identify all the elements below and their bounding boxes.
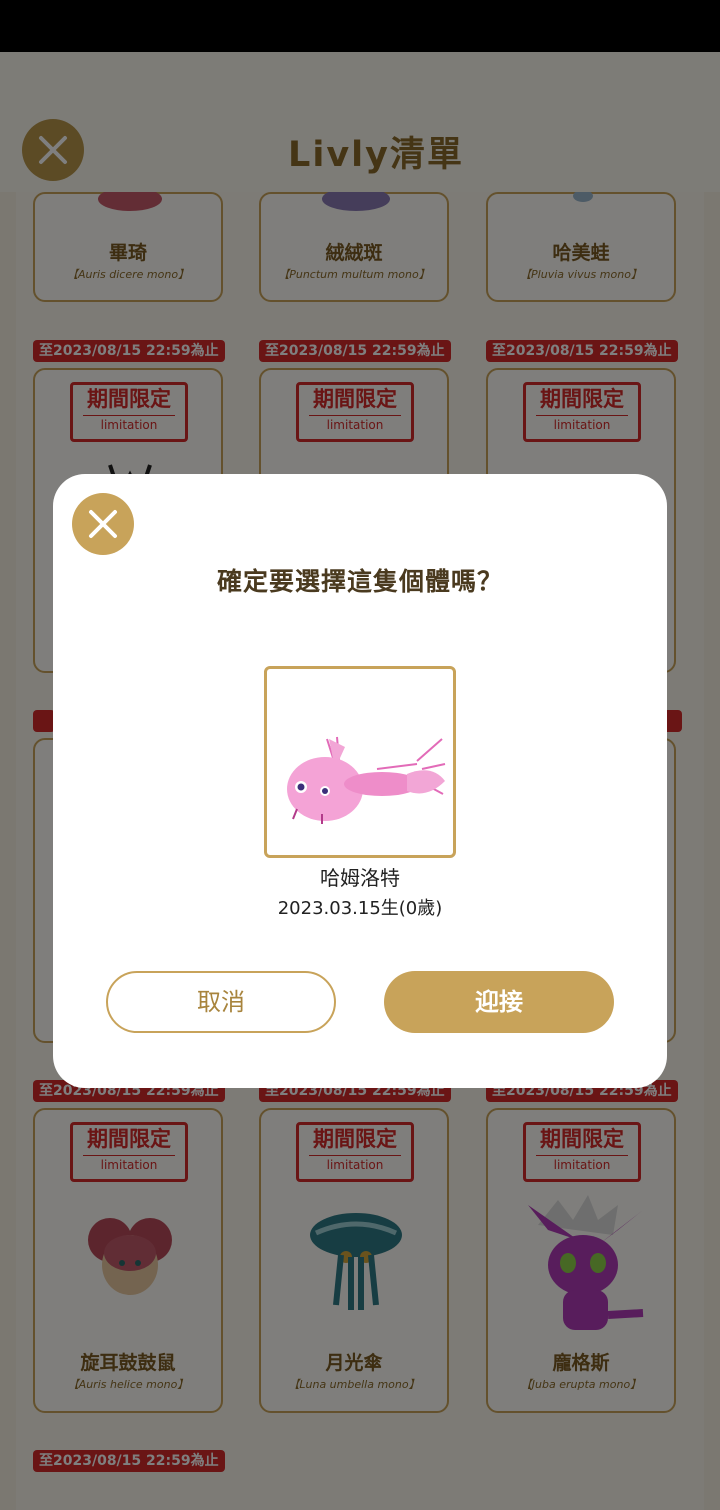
cancel-button[interactable]: 取消 (106, 971, 336, 1033)
dialog-title: 確定要選擇這隻個體嗎？ (216, 567, 503, 596)
confirm-dialog: 確定要選擇這隻個體嗎？ 哈姆洛特 2023.03.15生(0歲) 取消 迎接 (53, 474, 667, 1088)
close-icon (89, 510, 117, 538)
creature-birth: 2023.03.15生(0歲) (277, 898, 443, 919)
status-bar (0, 0, 720, 52)
creature-name: 哈姆洛特 (320, 866, 400, 890)
creature-frame (264, 666, 456, 858)
dialog-close-button[interactable] (72, 493, 134, 555)
accept-button[interactable]: 迎接 (384, 971, 614, 1033)
creature-image (287, 736, 446, 824)
